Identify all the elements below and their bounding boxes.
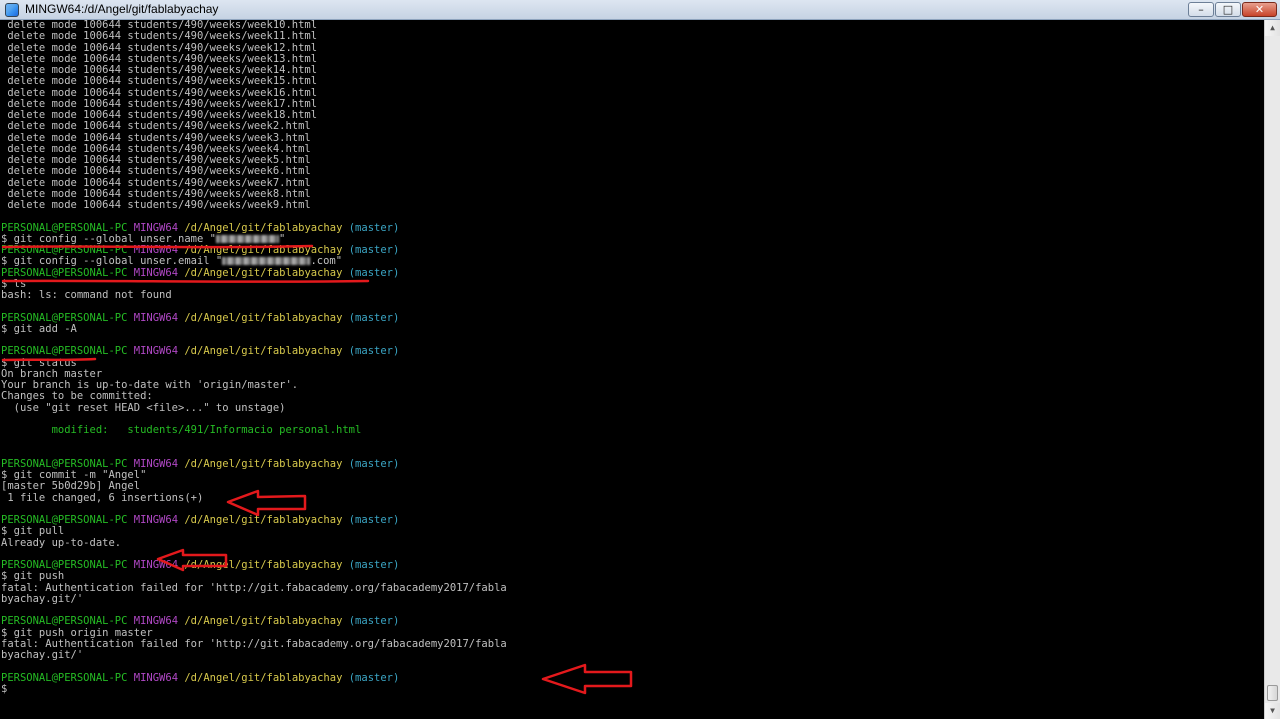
output-line: $ git push	[1, 570, 65, 583]
output-line: $ git pull	[1, 525, 65, 538]
command-text-tail: "	[278, 232, 286, 245]
prompt-branch: (master)	[348, 244, 400, 256]
prompt-user: PERSONAL@PERSONAL-PC	[1, 457, 128, 470]
prompt-line: PERSONAL@PERSONAL-PC MINGW64 /d/Angel/gi…	[1, 266, 507, 279]
maximize-button[interactable]: □	[1215, 2, 1241, 17]
mintty-app-icon[interactable]	[5, 3, 19, 17]
prompt-branch: (master)	[348, 345, 400, 358]
command-text-tail: .com"	[310, 255, 343, 268]
terminal-output[interactable]: delete mode 100644 students/490/weeks/we…	[0, 20, 1264, 719]
output-line: delete mode 100644 students/490/weeks/we…	[1, 75, 318, 88]
prompt-system: MINGW64	[133, 457, 179, 470]
output-line: Already up-to-date.	[1, 536, 122, 549]
prompt-branch: (master)	[348, 559, 400, 571]
prompt-line: PERSONAL@PERSONAL-PC MINGW64 /d/Angel/gi…	[1, 559, 507, 571]
prompt-system: MINGW64	[133, 559, 179, 571]
prompt-user: PERSONAL@PERSONAL-PC	[1, 266, 128, 279]
prompt-branch: (master)	[348, 221, 400, 234]
terminal-lines: delete mode 100644 students/490/weeks/we…	[1, 20, 507, 695]
scrollbar-thumb[interactable]	[1267, 685, 1278, 701]
prompt-user: PERSONAL@PERSONAL-PC	[1, 559, 128, 571]
prompt-system: MINGW64	[133, 671, 179, 684]
output-line: $ git add -A	[1, 322, 77, 335]
prompt-path: /d/Angel/git/fablabyachay	[184, 559, 343, 571]
prompt-system: MINGW64	[133, 345, 179, 358]
output-line: $	[1, 682, 8, 695]
prompt-path: /d/Angel/git/fablabyachay	[184, 457, 343, 470]
prompt-path: /d/Angel/git/fablabyachay	[184, 244, 343, 256]
output-line: delete mode 100644 students/490/weeks/we…	[1, 120, 311, 133]
prompt-branch: (master)	[348, 615, 400, 628]
modified-file-text: modified: students/491/Informacio person…	[1, 424, 362, 436]
prompt-user: PERSONAL@PERSONAL-PC	[1, 244, 128, 256]
output-line: delete mode 100644 students/490/weeks/we…	[1, 30, 318, 43]
prompt-user: PERSONAL@PERSONAL-PC	[1, 671, 128, 684]
prompt-branch: (master)	[348, 457, 400, 470]
output-line: bash: ls: command not found	[1, 289, 172, 301]
output-line: [master 5b0d29b] Angel	[1, 480, 141, 493]
vertical-scrollbar[interactable]: ▲ ▼	[1264, 20, 1280, 719]
prompt-system: MINGW64	[133, 266, 179, 279]
scroll-up-arrow-icon[interactable]: ▲	[1265, 20, 1280, 36]
prompt-user: PERSONAL@PERSONAL-PC	[1, 311, 128, 324]
prompt-line: PERSONAL@PERSONAL-PC MINGW64 /d/Angel/gi…	[1, 514, 507, 526]
scroll-down-arrow-icon[interactable]: ▼	[1265, 703, 1280, 719]
prompt-line: PERSONAL@PERSONAL-PC MINGW64 /d/Angel/gi…	[1, 346, 507, 357]
output-line: delete mode 100644 students/490/weeks/we…	[1, 199, 311, 211]
output-line: 1 file changed, 6 insertions(+)	[1, 491, 204, 504]
redacted-value	[215, 234, 279, 243]
output-line: byachay.git/'	[1, 592, 84, 605]
prompt-user: PERSONAL@PERSONAL-PC	[1, 615, 128, 628]
prompt-user: PERSONAL@PERSONAL-PC	[1, 345, 128, 358]
minimize-button[interactable]: –	[1188, 2, 1214, 17]
prompt-system: MINGW64	[133, 514, 179, 526]
command-text: $ git config --global unser.email "	[1, 255, 223, 268]
command-text: $ git config --global unser.name "	[1, 232, 216, 245]
prompt-path: /d/Angel/git/fablabyachay	[184, 311, 343, 324]
prompt-path: /d/Angel/git/fablabyachay	[184, 345, 343, 358]
prompt-system: MINGW64	[133, 615, 179, 628]
output-line: delete mode 100644 students/490/weeks/we…	[1, 165, 311, 178]
prompt-branch: (master)	[348, 311, 400, 324]
prompt-path: /d/Angel/git/fablabyachay	[184, 514, 343, 526]
prompt-path: /d/Angel/git/fablabyachay	[184, 221, 343, 234]
prompt-line: PERSONAL@PERSONAL-PC MINGW64 /d/Angel/gi…	[1, 671, 507, 684]
prompt-path: /d/Angel/git/fablabyachay	[184, 266, 343, 279]
prompt-line: PERSONAL@PERSONAL-PC MINGW64 /d/Angel/gi…	[1, 616, 507, 627]
close-button[interactable]: ✕	[1242, 2, 1277, 17]
redacted-value	[222, 257, 311, 266]
prompt-path: /d/Angel/git/fablabyachay	[184, 671, 343, 684]
prompt-system: MINGW64	[133, 221, 179, 234]
prompt-path: /d/Angel/git/fablabyachay	[184, 615, 343, 628]
window-titlebar[interactable]: MINGW64:/d/Angel/git/fablabyachay – □ ✕	[0, 0, 1280, 20]
prompt-branch: (master)	[348, 266, 400, 279]
prompt-user: PERSONAL@PERSONAL-PC	[1, 221, 128, 234]
prompt-system: MINGW64	[133, 311, 179, 324]
output-line: byachay.git/'	[1, 649, 84, 661]
status-modified-line: modified: students/491/Informacio person…	[1, 424, 507, 436]
prompt-branch: (master)	[348, 514, 400, 526]
prompt-branch: (master)	[348, 671, 400, 684]
output-line: Changes to be committed:	[1, 390, 153, 403]
prompt-system: MINGW64	[133, 244, 179, 256]
window-title: MINGW64:/d/Angel/git/fablabyachay	[25, 2, 219, 16]
output-line: (use "git reset HEAD <file>..." to unsta…	[1, 401, 286, 414]
prompt-user: PERSONAL@PERSONAL-PC	[1, 514, 128, 526]
